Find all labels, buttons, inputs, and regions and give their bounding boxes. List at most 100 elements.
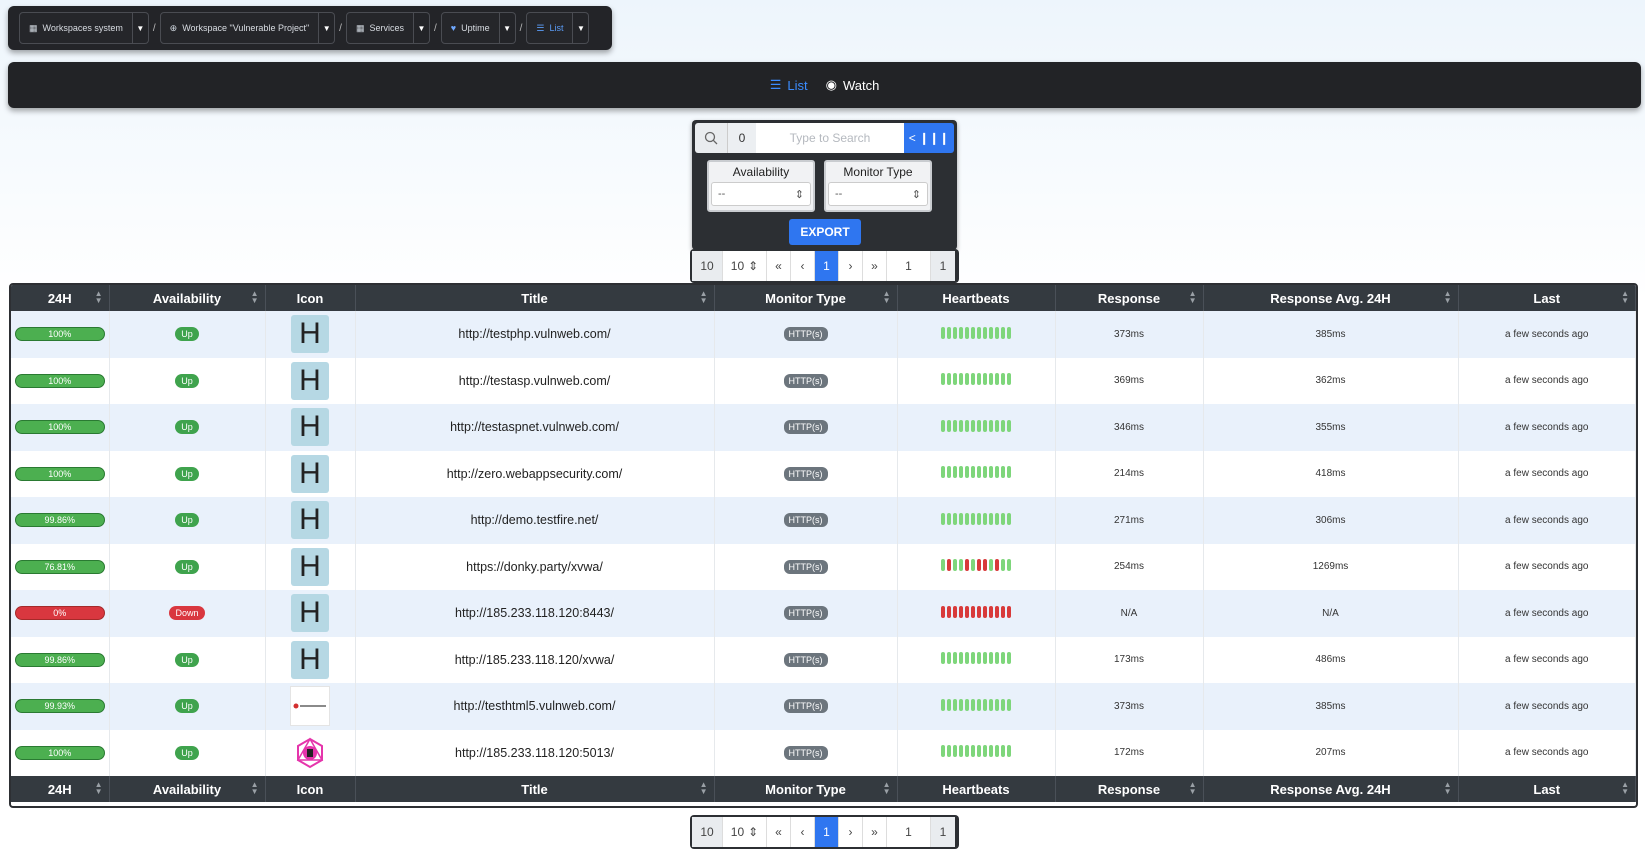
heartbeat-bar[interactable] (971, 605, 975, 618)
heartbeat-bar[interactable] (977, 559, 981, 572)
column-header[interactable]: Title ▲ ▼ (355, 776, 715, 802)
table-row[interactable]: 76.81% Up H https://donky.party/xvwa/ HT… (11, 543, 1636, 590)
table-row[interactable]: 0% Down H http://185.233.118.120:8443/ H… (11, 590, 1636, 637)
heartbeat-bar[interactable] (953, 512, 957, 525)
chevron-down-icon[interactable]: ▼ (319, 12, 336, 44)
heartbeat-bar[interactable] (989, 605, 993, 618)
heartbeat-bar[interactable] (959, 652, 963, 665)
heartbeat-bar[interactable] (953, 419, 957, 432)
heartbeat-bar[interactable] (971, 698, 975, 711)
heartbeat-bar[interactable] (941, 745, 945, 758)
column-header[interactable]: Response Avg. 24H ▲ ▼ (1203, 776, 1459, 802)
heartbeat-bar[interactable] (1001, 373, 1005, 386)
heartbeat-bar[interactable] (953, 698, 957, 711)
heartbeat-bar[interactable] (977, 326, 981, 339)
table-row[interactable]: 100% Up H http://zero.webappsecurity.com… (11, 450, 1636, 497)
heartbeat-bar[interactable] (989, 326, 993, 339)
title-cell[interactable]: http://testaspnet.vulnweb.com/ (355, 404, 715, 451)
heartbeat-bar[interactable] (941, 605, 945, 618)
title-cell[interactable]: http://testhtml5.vulnweb.com/ (355, 683, 715, 730)
heartbeat-bar[interactable] (965, 605, 969, 618)
heartbeat-bar[interactable] (947, 326, 951, 339)
heartbeat-bar[interactable] (983, 559, 987, 572)
heartbeat-bar[interactable] (977, 512, 981, 525)
heartbeat-bar[interactable] (965, 559, 969, 572)
title-cell[interactable]: http://zero.webappsecurity.com/ (355, 450, 715, 497)
column-header[interactable]: Monitor Type ▲ ▼ (714, 776, 898, 802)
heartbeat-bar[interactable] (1007, 605, 1011, 618)
heartbeat-bar[interactable] (941, 326, 945, 339)
heartbeat-bar[interactable] (989, 745, 993, 758)
heartbeat-bar[interactable] (965, 512, 969, 525)
heartbeat-bar[interactable] (959, 512, 963, 525)
heartbeat-bar[interactable] (941, 512, 945, 525)
heartbeat-bar[interactable] (971, 326, 975, 339)
heartbeat-bar[interactable] (953, 466, 957, 479)
heartbeat-bar[interactable] (995, 326, 999, 339)
heartbeat-bar[interactable] (989, 419, 993, 432)
heartbeat-bar[interactable] (959, 605, 963, 618)
heartbeat-bar[interactable] (1007, 373, 1011, 386)
next-page-button[interactable]: › (839, 251, 863, 281)
heartbeat-bar[interactable] (977, 419, 981, 432)
sort-icon[interactable]: ▲ ▼ (1621, 290, 1629, 305)
heartbeat-bar[interactable] (971, 419, 975, 432)
table-row[interactable]: 100% Up H http://testasp.vulnweb.com/ HT… (11, 357, 1636, 404)
heartbeat-bar[interactable] (1007, 419, 1011, 432)
breadcrumb-list[interactable]: ☰ List ▼ (526, 12, 590, 44)
first-page-button[interactable]: « (767, 251, 791, 281)
first-page-button[interactable]: « (767, 817, 791, 847)
column-header[interactable]: Monitor Type ▲ ▼ (714, 285, 898, 311)
heartbeat-bar[interactable] (1001, 745, 1005, 758)
sort-icon[interactable]: ▲ ▼ (251, 290, 259, 305)
heartbeat-bar[interactable] (995, 745, 999, 758)
heartbeat-bar[interactable] (995, 559, 999, 572)
heartbeat-bar[interactable] (989, 466, 993, 479)
sort-icon[interactable]: ▲ ▼ (251, 781, 259, 796)
heartbeat-bar[interactable] (959, 466, 963, 479)
sort-icon[interactable]: ▲ ▼ (883, 781, 891, 796)
heartbeat-bar[interactable] (959, 559, 963, 572)
heartbeat-bar[interactable] (947, 698, 951, 711)
sort-icon[interactable]: ▲ ▼ (700, 781, 708, 796)
heartbeat-bar[interactable] (953, 745, 957, 758)
heartbeat-bar[interactable] (1007, 326, 1011, 339)
heartbeat-bar[interactable] (977, 605, 981, 618)
table-row[interactable]: 100% Up H http://testaspnet.vulnweb.com/… (11, 404, 1636, 451)
heartbeat-bar[interactable] (983, 745, 987, 758)
breadcrumb-services[interactable]: ▦ Services ▼ (345, 12, 430, 44)
heartbeat-bar[interactable] (1001, 466, 1005, 479)
title-cell[interactable]: http://185.233.118.120/xvwa/ (355, 636, 715, 683)
heartbeat-bar[interactable] (947, 559, 951, 572)
table-row[interactable]: 99.93% Up http://testhtml5.vulnweb.com/ … (11, 683, 1636, 730)
column-header[interactable]: 24H ▲ ▼ (11, 285, 110, 311)
heartbeat-bar[interactable] (971, 559, 975, 572)
heartbeat-bar[interactable] (953, 652, 957, 665)
sort-icon[interactable]: ▲ ▼ (1621, 781, 1629, 796)
heartbeat-bar[interactable] (983, 652, 987, 665)
search-input[interactable]: Type to Search (756, 123, 904, 153)
search-icon[interactable] (695, 123, 727, 153)
heartbeat-bar[interactable] (977, 466, 981, 479)
chevron-down-icon[interactable]: ▼ (573, 12, 590, 44)
column-header[interactable]: Availability ▲ ▼ (109, 776, 266, 802)
heartbeat-bar[interactable] (995, 652, 999, 665)
heartbeat-bar[interactable] (995, 466, 999, 479)
sort-icon[interactable]: ▲ ▼ (700, 290, 708, 305)
heartbeat-bar[interactable] (971, 512, 975, 525)
heartbeat-bar[interactable] (965, 698, 969, 711)
heartbeat-bar[interactable] (1007, 512, 1011, 525)
column-header[interactable]: Response Avg. 24H ▲ ▼ (1203, 285, 1459, 311)
breadcrumb-workspaces-system[interactable]: ▦ Workspaces system ▼ (19, 12, 149, 44)
tab-watch[interactable]: ◉ Watch (826, 77, 880, 93)
heartbeat-bar[interactable] (983, 326, 987, 339)
chevron-down-icon[interactable]: ▼ (132, 12, 149, 44)
heartbeat-bar[interactable] (983, 698, 987, 711)
breadcrumb-workspaces-system-button[interactable]: ▦ Workspaces system (19, 12, 133, 44)
heartbeat-bar[interactable] (977, 698, 981, 711)
last-page-button[interactable]: » (863, 251, 887, 281)
heartbeat-bar[interactable] (941, 559, 945, 572)
heartbeat-bar[interactable] (971, 466, 975, 479)
heartbeat-bar[interactable] (995, 698, 999, 711)
heartbeat-bar[interactable] (947, 512, 951, 525)
